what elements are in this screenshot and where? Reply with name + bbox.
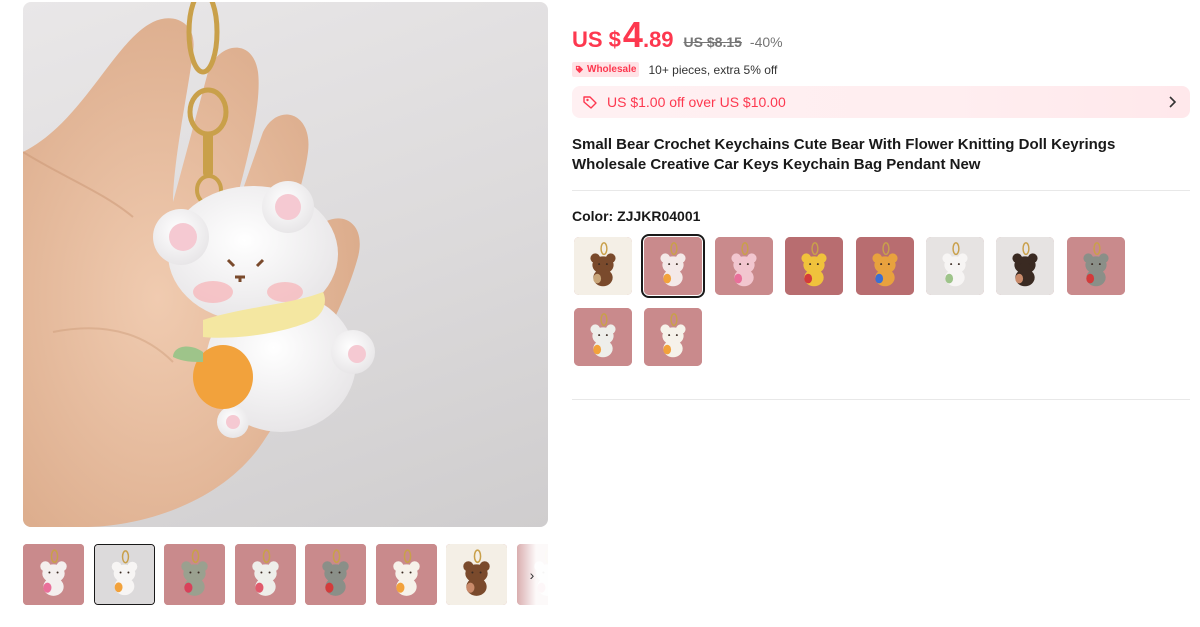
main-product-image[interactable] (23, 2, 548, 527)
thumbnail-bunny-white[interactable] (375, 544, 437, 605)
original-price: US $8.15 (683, 34, 742, 50)
color-label: Color: ZJJKR04001 (572, 208, 700, 224)
color-swatch-tiger-bear[interactable] (855, 237, 914, 295)
thumbnail-strip (23, 543, 548, 607)
discount-percent: -40% (749, 34, 783, 50)
wholesale-text: 10+ pieces, extra 5% off (648, 62, 778, 77)
thumbnail-bear-gray[interactable] (305, 544, 366, 605)
color-swatch-yellow-bear[interactable] (785, 237, 844, 295)
price-prefix: US $ (572, 27, 621, 52)
thumbnail-bear-group[interactable] (164, 544, 225, 605)
wholesale-badge-label: Wholesale (587, 64, 637, 75)
price-integer: 4 (622, 14, 643, 55)
divider (572, 190, 1190, 191)
product-title: Small Bear Crochet Keychains Cute Bear W… (572, 136, 1116, 173)
color-swatch-dark-bear-hand[interactable] (996, 237, 1055, 295)
coupon-tag-icon (583, 96, 597, 109)
color-swatch-brown-bear[interactable] (574, 237, 632, 295)
color-swatch-white-bear-selected[interactable] (641, 234, 706, 298)
thumbnail-bear-brown[interactable] (446, 544, 507, 605)
color-swatch-hand-held-bear[interactable] (926, 237, 984, 295)
wholesale-badge: Wholesale (572, 62, 640, 77)
tag-icon (575, 65, 584, 74)
price-decimal: .89 (642, 27, 674, 52)
color-label-prefix: Color: (572, 208, 618, 224)
coupon-bar[interactable]: US $1.00 off over US $10.00 (572, 86, 1190, 118)
wholesale-row: Wholesale 10+ pieces, extra 5% off (572, 61, 777, 78)
chevron-right-icon[interactable] (1166, 94, 1178, 110)
price-row: US $ 4 .89 US $8.15 -40% (572, 14, 783, 58)
divider (572, 399, 1190, 400)
chevron-right-icon[interactable]: › (521, 564, 543, 586)
color-swatch-white-bunny[interactable] (644, 308, 703, 366)
thumbnail-bear-hand-held[interactable] (93, 544, 155, 605)
color-swatch-gray-bear-rose[interactable] (1066, 237, 1125, 295)
color-value: ZJJKR04001 (617, 208, 701, 224)
thumbnail-bear-group-2[interactable] (234, 544, 296, 605)
color-swatch-pink-pig-bear[interactable] (714, 237, 773, 295)
coupon-text: US $1.00 off over US $10.00 (607, 94, 786, 110)
thumbnail-bear-pink-flower[interactable] (23, 544, 84, 605)
color-swatch-white-bear-carrot[interactable] (574, 308, 632, 366)
